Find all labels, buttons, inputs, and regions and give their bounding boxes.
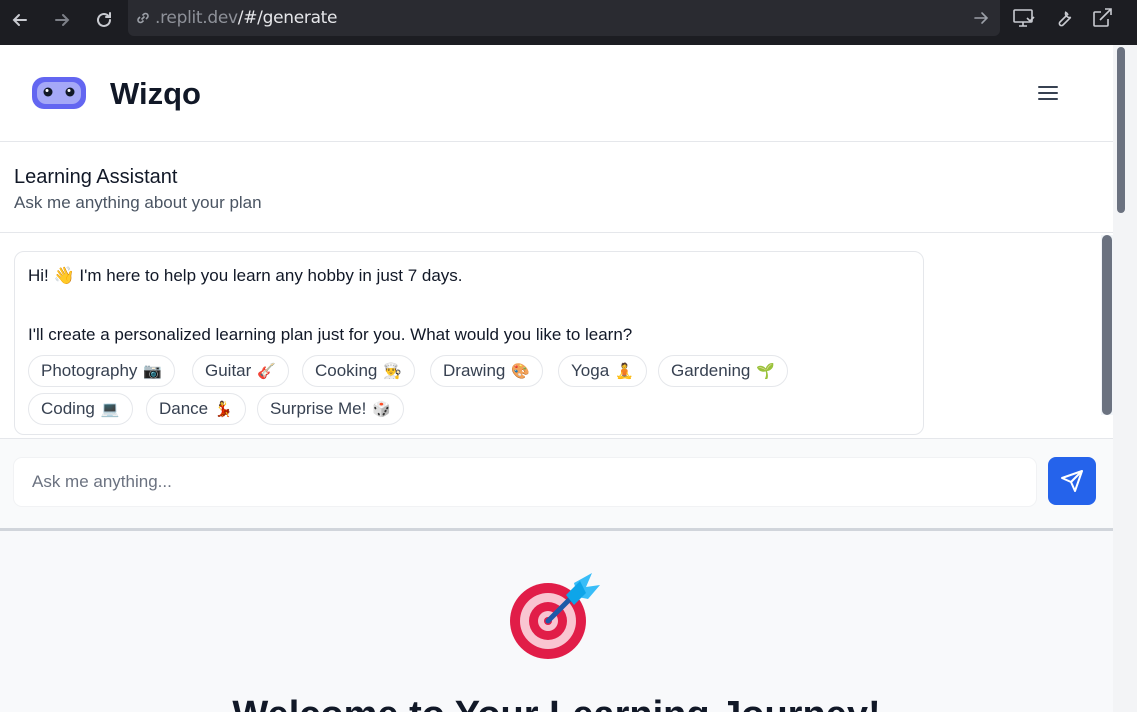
prompt-text: I'll create a personalized learning plan… bbox=[28, 325, 633, 344]
suggestion-chip-dance[interactable]: Dance 💃 bbox=[146, 393, 246, 425]
palette-icon: 🎨 bbox=[511, 362, 531, 380]
forward-arrow-icon[interactable] bbox=[49, 7, 75, 33]
laptop-icon: 💻 bbox=[100, 400, 120, 418]
open-external-icon[interactable] bbox=[1090, 6, 1114, 30]
robot-logo-icon bbox=[32, 77, 86, 109]
assistant-header: Learning Assistant Ask me anything about… bbox=[0, 142, 1113, 233]
chef-icon: 👨‍🍳 bbox=[383, 362, 403, 380]
dancer-icon: 💃 bbox=[214, 400, 233, 418]
welcome-title: Welcome to Your Learning Journey! bbox=[0, 694, 1113, 712]
chip-label: Drawing bbox=[443, 361, 506, 380]
chip-label: Yoga bbox=[571, 361, 610, 380]
suggestion-chip-yoga[interactable]: Yoga 🧘 bbox=[558, 355, 647, 387]
address-bar[interactable]: .replit.dev/#/generate bbox=[128, 0, 1000, 36]
send-button[interactable] bbox=[1048, 457, 1096, 505]
hamburger-menu-icon[interactable] bbox=[1036, 83, 1060, 103]
suggestion-chip-photography[interactable]: Photography 📷 bbox=[28, 355, 176, 387]
page-scrollbar[interactable] bbox=[1113, 45, 1137, 712]
url-path: /#/generate bbox=[237, 8, 338, 28]
chat-scrollbar-thumb[interactable] bbox=[1102, 235, 1112, 415]
suggestion-chip-drawing[interactable]: Drawing 🎨 bbox=[430, 355, 544, 387]
seedling-icon: 🌱 bbox=[756, 362, 776, 380]
screen-cast-icon[interactable] bbox=[1012, 6, 1036, 30]
suggestion-chip-cooking[interactable]: Cooking 👨‍🍳 bbox=[302, 355, 416, 387]
assistant-title: Learning Assistant bbox=[14, 166, 178, 188]
welcome-section: Welcome to Your Learning Journey! bbox=[0, 531, 1113, 712]
send-icon bbox=[1061, 470, 1083, 492]
chip-label: Surprise Me! bbox=[270, 399, 367, 418]
target-dart-icon bbox=[510, 573, 600, 659]
chip-label: Coding bbox=[41, 399, 95, 418]
chip-label: Guitar bbox=[205, 361, 252, 380]
link-icon bbox=[137, 12, 149, 24]
wrench-icon[interactable] bbox=[1051, 6, 1075, 30]
brand-name[interactable]: Wizqo bbox=[110, 76, 201, 112]
suggestion-chip-gardening[interactable]: Gardening 🌱 bbox=[658, 355, 789, 387]
chip-label: Photography bbox=[41, 361, 138, 380]
greeting-text: Hi! 👋 I'm here to help you learn any hob… bbox=[28, 266, 463, 285]
chat-input[interactable] bbox=[14, 458, 1036, 506]
chip-label: Gardening bbox=[671, 361, 751, 380]
chip-label: Dance bbox=[159, 399, 209, 418]
page-scrollbar-thumb[interactable] bbox=[1117, 47, 1125, 213]
reload-icon[interactable] bbox=[91, 7, 117, 33]
go-arrow-icon[interactable] bbox=[972, 9, 990, 27]
meditation-icon: 🧘 bbox=[615, 362, 634, 380]
chat-input-bar bbox=[0, 439, 1113, 531]
app-page: Wizqo Learning Assistant Ask me anything… bbox=[0, 45, 1113, 712]
chat-messages[interactable]: Hi! 👋 I'm here to help you learn any hob… bbox=[0, 233, 1113, 439]
assistant-subtitle: Ask me anything about your plan bbox=[14, 193, 262, 212]
dice-icon: 🎲 bbox=[372, 400, 392, 418]
url-text: .replit.dev/#/generate bbox=[155, 8, 338, 28]
app-header: Wizqo bbox=[0, 45, 1113, 142]
assistant-message: Hi! 👋 I'm here to help you learn any hob… bbox=[14, 251, 924, 435]
camera-icon: 📷 bbox=[143, 362, 163, 380]
suggestion-chip-coding[interactable]: Coding 💻 bbox=[28, 393, 133, 425]
chip-label: Cooking bbox=[315, 361, 378, 380]
guitar-icon: 🎸 bbox=[257, 362, 276, 380]
suggestion-chip-guitar[interactable]: Guitar 🎸 bbox=[192, 355, 289, 387]
suggestion-chip-surprise[interactable]: Surprise Me! 🎲 bbox=[257, 393, 405, 425]
chat-scrollbar[interactable] bbox=[1101, 235, 1113, 415]
back-arrow-icon[interactable] bbox=[7, 7, 33, 33]
browser-toolbar: .replit.dev/#/generate bbox=[0, 0, 1137, 45]
url-domain: .replit.dev bbox=[155, 8, 238, 28]
